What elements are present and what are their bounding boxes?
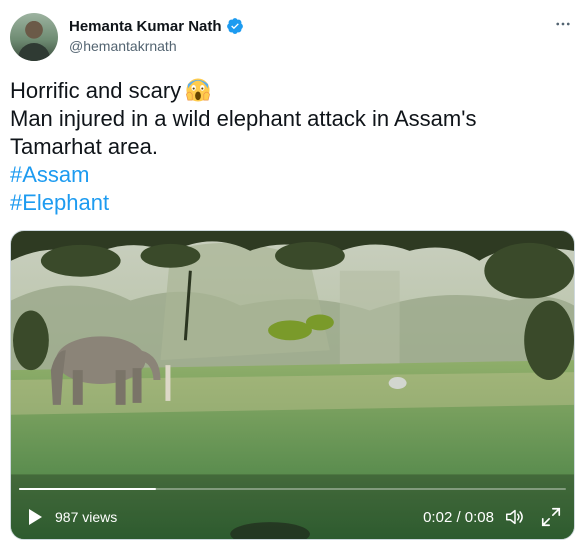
display-name[interactable]: Hemanta Kumar Nath (69, 18, 222, 35)
volume-icon[interactable] (504, 506, 526, 528)
video-player[interactable]: 987 views 0:02 / 0:08 (10, 230, 575, 540)
tweet-line-1: Horrific and scary (10, 78, 182, 103)
author-info: Hemanta Kumar Nath @hemantakrnath (69, 16, 244, 54)
more-options-button[interactable] (553, 14, 573, 34)
handle[interactable]: @hemantakrnath (69, 38, 244, 54)
video-time: 0:02 / 0:08 (423, 509, 494, 526)
fullscreen-icon[interactable] (540, 506, 562, 528)
tweet-line-2: Man injured in a wild elephant attack in… (10, 106, 477, 131)
video-progress-fill (19, 488, 156, 490)
video-frame (11, 231, 574, 539)
play-icon[interactable] (25, 507, 45, 527)
screaming-face-emoji-icon (186, 78, 211, 102)
tweet-text: Horrific and scary Man injured in a wild… (10, 77, 570, 217)
view-count: 987 views (55, 509, 118, 525)
avatar[interactable] (10, 13, 58, 61)
verified-badge-icon (226, 18, 243, 34)
video-progress-bar[interactable] (19, 488, 566, 490)
video-controls: 987 views 0:02 / 0:08 (11, 503, 574, 531)
more-icon (556, 22, 570, 26)
tweet-card[interactable]: Hemanta Kumar Nath @hemantakrnath Horrif… (0, 0, 585, 549)
hashtag-elephant[interactable]: #Elephant (10, 190, 109, 215)
hashtag-assam[interactable]: #Assam (10, 162, 89, 187)
tweet-line-3: Tamarhat area. (10, 134, 158, 159)
